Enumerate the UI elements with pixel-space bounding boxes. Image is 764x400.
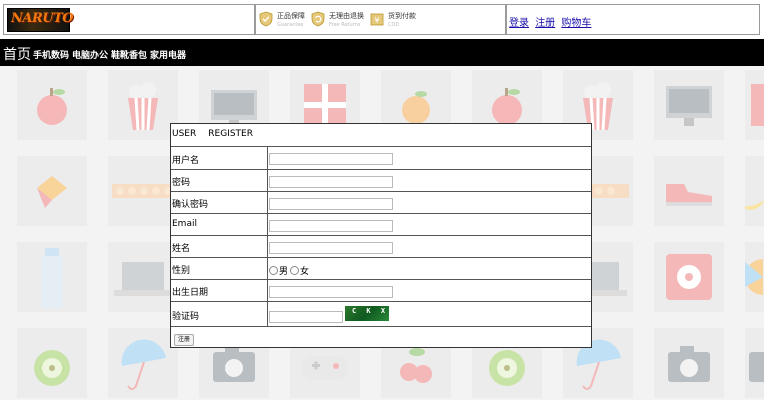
captcha-input[interactable] bbox=[269, 311, 343, 323]
label-name: 姓名 bbox=[172, 244, 191, 254]
label-email: Email bbox=[172, 219, 197, 229]
apple-icon bbox=[17, 70, 87, 140]
email-input[interactable] bbox=[269, 220, 393, 232]
form-title: USER REGISTER bbox=[172, 129, 253, 139]
account-links: 登录 注册 购物车 bbox=[506, 4, 760, 35]
top-header: NARUTO 正品保障 Guarantee 无理由退换 Free Returns… bbox=[0, 0, 764, 39]
laptop-icon bbox=[108, 242, 178, 312]
gender-female-radio[interactable]: 女 bbox=[290, 264, 309, 277]
monitor-icon bbox=[654, 70, 724, 140]
label-username: 用户名 bbox=[172, 156, 200, 166]
nav-item-phones[interactable]: 手机数码 bbox=[33, 48, 69, 61]
register-form: USER REGISTER 用户名 密码 确认密码 Email 姓名 性别 男 女… bbox=[170, 123, 592, 348]
birthday-input[interactable] bbox=[269, 286, 393, 298]
kiwi-icon bbox=[17, 328, 87, 398]
service-guarantees: 正品保障 Guarantee 无理由退换 Free Returns ¥ 货到付款… bbox=[255, 4, 506, 35]
label-password: 密码 bbox=[172, 178, 191, 188]
eggs-icon bbox=[108, 156, 178, 226]
label-captcha: 验证码 bbox=[172, 312, 200, 322]
nav-item-bags[interactable]: 鞋靴香包 bbox=[111, 48, 147, 61]
radio-circle-icon bbox=[269, 266, 278, 275]
row-name: 姓名 bbox=[171, 235, 591, 257]
confirm-password-input[interactable] bbox=[269, 198, 393, 210]
music-player-icon bbox=[654, 242, 724, 312]
captcha-image[interactable]: C K X bbox=[345, 306, 389, 321]
popcorn-icon bbox=[108, 70, 178, 140]
name-input[interactable] bbox=[269, 242, 393, 254]
register-link[interactable]: 注册 bbox=[535, 18, 555, 29]
label-confirm-password: 确认密码 bbox=[172, 200, 209, 210]
shield-check-icon bbox=[259, 11, 273, 27]
nav-item-appliances[interactable]: 家用电器 bbox=[150, 48, 186, 61]
username-input[interactable] bbox=[269, 153, 393, 165]
return-shield-icon bbox=[311, 11, 325, 27]
gender-male-radio[interactable]: 男 bbox=[269, 264, 288, 277]
cart-link[interactable]: 购物车 bbox=[561, 18, 591, 29]
umbrella-icon bbox=[108, 328, 178, 398]
row-birthday: 出生日期 bbox=[171, 279, 591, 301]
password-input[interactable] bbox=[269, 176, 393, 188]
row-submit: 注册 bbox=[171, 326, 591, 348]
row-gender: 性别 男 女 bbox=[171, 257, 591, 279]
beach-ball-icon bbox=[745, 242, 764, 312]
category-nav: 首页 手机数码 电脑办公 鞋靴香包 家用电器 bbox=[0, 39, 764, 66]
bottle-icon bbox=[17, 242, 87, 312]
row-email: Email bbox=[171, 213, 591, 235]
sneaker-icon bbox=[654, 156, 724, 226]
pie-slice-icon bbox=[17, 156, 87, 226]
nav-home[interactable]: 首页 bbox=[3, 44, 31, 64]
label-birthday: 出生日期 bbox=[172, 288, 209, 298]
camera-icon bbox=[654, 328, 724, 398]
radio-circle-icon bbox=[290, 266, 299, 275]
cash-on-delivery-icon: ¥ bbox=[370, 13, 384, 26]
camera-icon bbox=[745, 328, 764, 398]
row-username: 用户名 bbox=[171, 146, 591, 169]
svg-text:¥: ¥ bbox=[374, 16, 379, 25]
nav-item-computers[interactable]: 电脑办公 bbox=[72, 48, 108, 61]
row-captcha: 验证码 C K X bbox=[171, 301, 591, 326]
row-confirm: 确认密码 bbox=[171, 191, 591, 213]
site-logo[interactable]: NARUTO bbox=[7, 8, 74, 32]
banana-icon bbox=[745, 156, 764, 226]
label-gender: 性别 bbox=[172, 266, 191, 276]
logo-cell: NARUTO bbox=[3, 4, 255, 35]
gift-icon bbox=[745, 70, 764, 140]
row-password: 密码 bbox=[171, 169, 591, 191]
login-link[interactable]: 登录 bbox=[509, 18, 529, 29]
register-submit-button[interactable]: 注册 bbox=[174, 334, 195, 346]
